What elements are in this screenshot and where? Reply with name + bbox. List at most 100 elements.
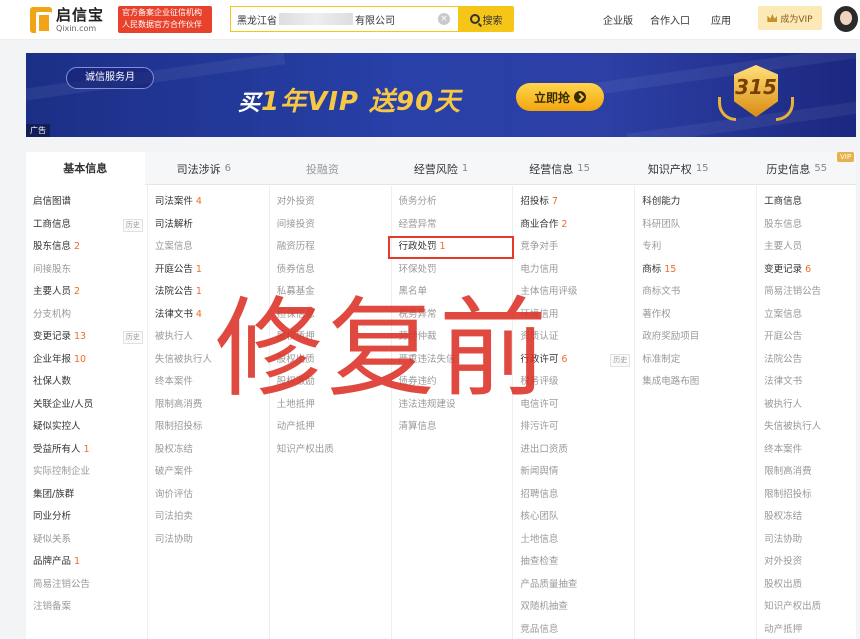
category-item[interactable]: 疑似关系	[26, 529, 147, 552]
category-item[interactable]: 立案信息	[148, 236, 269, 259]
category-item[interactable]: 股东信息	[757, 214, 856, 237]
category-item[interactable]: 被执行人	[148, 326, 269, 349]
category-item[interactable]: 税务异常	[392, 304, 513, 327]
category-item[interactable]: 产品质量抽查	[513, 574, 634, 597]
category-item[interactable]: 进出口资质	[513, 439, 634, 462]
category-item[interactable]: 竞争对手	[513, 236, 634, 259]
category-item[interactable]: 核心团队	[513, 506, 634, 529]
category-item[interactable]: 政府奖励项目	[635, 326, 756, 349]
category-item[interactable]: 环境信用	[513, 304, 634, 327]
category-item[interactable]: 电信许可	[513, 394, 634, 417]
category-item[interactable]: 分支机构	[26, 304, 147, 327]
category-item[interactable]: 失信被执行人	[757, 416, 856, 439]
category-item[interactable]: 破产案件	[148, 461, 269, 484]
category-item[interactable]: 动产抵押	[270, 416, 391, 439]
category-item[interactable]: 违法违规建设	[392, 394, 513, 417]
nav-apps[interactable]: 应用	[711, 12, 731, 27]
category-item[interactable]: 终本案件	[148, 371, 269, 394]
category-item[interactable]: 启信图谱	[26, 191, 147, 214]
nav-partner-entry[interactable]: 合作入口	[650, 12, 690, 27]
history-tag[interactable]: 历史	[122, 218, 143, 232]
category-item[interactable]: 法院公告	[757, 349, 856, 372]
category-item[interactable]: 动产抵押	[757, 619, 856, 639]
category-item[interactable]: 间接投资	[270, 214, 391, 237]
category-item[interactable]: 严重违法失信	[392, 349, 513, 372]
search-button[interactable]: 搜索	[458, 6, 514, 32]
category-item[interactable]: 集成电路布图	[635, 371, 756, 394]
category-item[interactable]: 竞品信息	[513, 619, 634, 639]
category-item[interactable]: 主体信用评级	[513, 281, 634, 304]
category-item[interactable]: 商标 15	[635, 259, 756, 282]
category-item[interactable]: 开庭公告	[757, 326, 856, 349]
category-item[interactable]: 简易注销公告	[26, 574, 147, 597]
category-item[interactable]: 科研团队	[635, 214, 756, 237]
category-item[interactable]: 招投标 7	[513, 191, 634, 214]
category-item[interactable]: 限制招投标	[148, 416, 269, 439]
history-tag[interactable]: 历史	[122, 331, 143, 344]
tab-business-info[interactable]: 经营信息 15	[500, 152, 619, 185]
category-item[interactable]: 变更记录 6	[757, 259, 856, 282]
category-item[interactable]: 著作权	[635, 304, 756, 327]
category-item[interactable]: 债券信息	[270, 259, 391, 282]
category-item[interactable]: 劳动仲裁	[392, 326, 513, 349]
banner-cta-button[interactable]: 立即抢	[516, 83, 604, 111]
category-item[interactable]: 主要人员 2	[26, 281, 147, 304]
category-item[interactable]: 股权激励	[270, 371, 391, 394]
category-item[interactable]: 股权冻结	[148, 439, 269, 462]
category-item[interactable]: 债务分析	[392, 191, 513, 214]
search-input[interactable]: 黑龙江省 有限公司 ×	[230, 6, 458, 32]
category-item[interactable]: 行政许可 6 历史	[513, 349, 634, 372]
tab-investment[interactable]: 投融资	[263, 152, 382, 185]
category-item[interactable]: 新闻舆情	[513, 461, 634, 484]
category-item[interactable]: 排污许可	[513, 416, 634, 439]
category-item[interactable]: 税务评级	[513, 371, 634, 394]
category-item[interactable]: 招聘信息	[513, 484, 634, 507]
category-item[interactable]: 间接股东	[26, 259, 147, 282]
category-item[interactable]: 被执行人	[757, 394, 856, 417]
category-item[interactable]: 立案信息	[757, 304, 856, 327]
category-item[interactable]: 资质认证	[513, 326, 634, 349]
category-item[interactable]: 电力信用	[513, 259, 634, 282]
category-item[interactable]: 私募基金	[270, 281, 391, 304]
category-item[interactable]: 知识产权出质	[757, 596, 856, 619]
category-item[interactable]: 对外投资	[757, 551, 856, 574]
category-item[interactable]: 法院公告 1	[148, 281, 269, 304]
category-item[interactable]: 行政处罚 1	[387, 236, 515, 259]
category-item[interactable]: 法律文书	[757, 371, 856, 394]
category-item[interactable]: 限制招投标	[757, 484, 856, 507]
category-item[interactable]: 司法案件 4	[148, 191, 269, 214]
category-item[interactable]: 集团/族群	[26, 484, 147, 507]
category-item[interactable]: 终本案件	[757, 439, 856, 462]
category-item[interactable]: 环保处罚	[392, 259, 513, 282]
category-item[interactable]: 对外投资	[270, 191, 391, 214]
category-item[interactable]: 主要人员	[757, 236, 856, 259]
category-item[interactable]: 企业年报 10	[26, 349, 147, 372]
category-item[interactable]: 司法拍卖	[148, 506, 269, 529]
category-item[interactable]: 简易注销公告	[757, 281, 856, 304]
category-item[interactable]: 工商信息	[757, 191, 856, 214]
category-item[interactable]: 注销备案	[26, 596, 147, 619]
category-item[interactable]: 开庭公告 1	[148, 259, 269, 282]
category-item[interactable]: 黑名单	[392, 281, 513, 304]
tab-judicial[interactable]: 司法涉诉 6	[145, 152, 264, 185]
category-item[interactable]: 科创能力	[635, 191, 756, 214]
history-tag[interactable]: 历史	[610, 353, 631, 367]
category-item[interactable]: 同业分析	[26, 506, 147, 529]
category-item[interactable]: 司法协助	[148, 529, 269, 552]
category-item[interactable]: 土地信息	[513, 529, 634, 552]
category-item[interactable]: 实际控制企业	[26, 461, 147, 484]
category-item[interactable]: 失信被执行人	[148, 349, 269, 372]
category-item[interactable]: 社保人数	[26, 371, 147, 394]
category-item[interactable]: 双随机抽查	[513, 596, 634, 619]
tab-ip[interactable]: 知识产权 15	[619, 152, 738, 185]
category-item[interactable]: 商业合作 2	[513, 214, 634, 237]
category-item[interactable]: 股东信息 2	[26, 236, 147, 259]
clear-icon[interactable]: ×	[438, 13, 450, 25]
avatar[interactable]	[834, 6, 858, 32]
category-item[interactable]: 融资历程	[270, 236, 391, 259]
category-item[interactable]: 工商信息 历史	[26, 214, 147, 237]
category-item[interactable]: 司法协助	[757, 529, 856, 552]
category-item[interactable]: 股权出质	[270, 349, 391, 372]
category-item[interactable]: 清算信息	[392, 416, 513, 439]
site-logo[interactable]: 启信宝 Qixin.com	[30, 6, 112, 34]
